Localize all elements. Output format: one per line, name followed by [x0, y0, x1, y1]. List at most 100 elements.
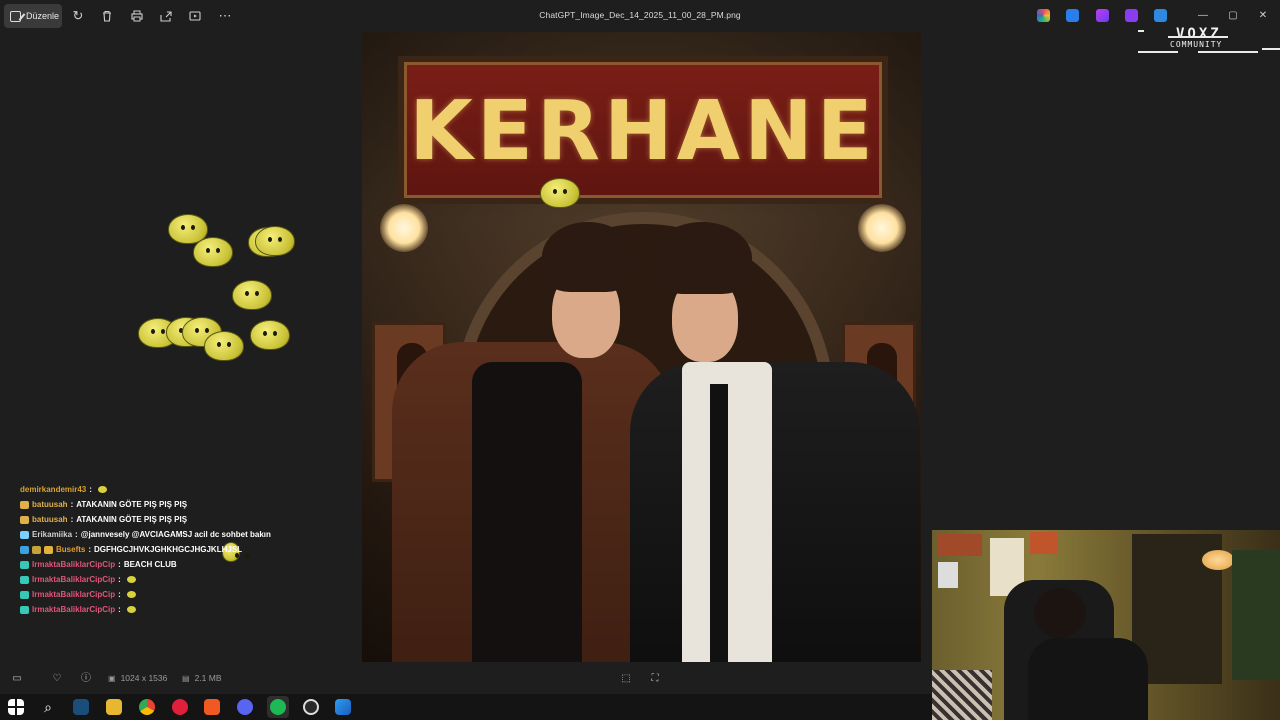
- chat-username[interactable]: batuusah: [32, 515, 68, 524]
- edit-button[interactable]: Düzenle: [4, 4, 62, 28]
- wall-lamp-left: [380, 204, 428, 252]
- chat-message: IrmaktaBaliklarCipCip :: [20, 602, 340, 617]
- obs-icon[interactable]: [303, 699, 319, 715]
- neon-sign: KERHANE: [398, 56, 888, 204]
- wall-poster: [938, 562, 958, 588]
- emote-sticker: [250, 320, 290, 350]
- chat-message: IrmaktaBaliklarCipCip :: [20, 572, 340, 587]
- chat-username[interactable]: batuusah: [32, 500, 68, 509]
- chat-username[interactable]: IrmaktaBaliklarCipCip: [32, 560, 115, 569]
- info-icon[interactable]: ⓘ: [79, 672, 93, 686]
- chat-separator: :: [70, 500, 74, 509]
- chat-badge-icon: [32, 545, 41, 554]
- rotate-icon[interactable]: ↻: [68, 6, 88, 26]
- emote-sticker: [232, 280, 272, 310]
- youtube-music-icon[interactable]: [172, 699, 188, 715]
- designer-icon[interactable]: [1096, 9, 1109, 22]
- slideshow-icon[interactable]: [185, 6, 205, 26]
- chat-badge-icon: [44, 545, 53, 554]
- chat-badge-icon: [20, 605, 29, 614]
- wall-lamp-right: [858, 204, 906, 252]
- minimize-icon[interactable]: —: [1196, 9, 1210, 23]
- photos-icon[interactable]: [335, 699, 351, 715]
- edit-icon: [10, 10, 21, 22]
- main-image[interactable]: KERHANE: [362, 32, 921, 662]
- chat-separator: :: [88, 545, 92, 554]
- windows-start-icon[interactable]: [8, 699, 24, 715]
- chat-message-text: ATAKANIN GÖTE PIŞ PIŞ PIŞ: [76, 500, 188, 509]
- chat-separator: :: [118, 605, 121, 614]
- chat-separator: :: [118, 575, 121, 584]
- stream-chat: demirkandemir43 : batuusah : ATAKANIN GÖTE…: [20, 482, 340, 617]
- chat-separator: :: [75, 530, 78, 539]
- chat-emote-icon: [126, 591, 136, 598]
- image-editor-icon[interactable]: [1066, 9, 1079, 22]
- copilot-icon[interactable]: [1037, 9, 1050, 22]
- maximize-icon[interactable]: ▢: [1226, 9, 1240, 23]
- chat-separator: :: [70, 515, 74, 524]
- blanket: [932, 670, 992, 720]
- chat-message: batuusah : ATAKANIN GÖTE PIŞ PIŞ PIŞ: [20, 512, 340, 527]
- chat-username[interactable]: IrmaktaBaliklarCipCip: [32, 590, 115, 599]
- crop-icon[interactable]: ⬚: [619, 672, 633, 686]
- chat-message-text: DGFHGCJHVKJGHKHGCJHGJKLHJSL: [94, 545, 243, 554]
- spotify-icon[interactable]: [270, 699, 286, 715]
- file-explorer-icon[interactable]: [106, 699, 122, 715]
- clipchamp-icon[interactable]: [1125, 9, 1138, 22]
- chat-separator: :: [118, 560, 121, 569]
- lamp: [1202, 550, 1234, 570]
- print-icon[interactable]: [127, 6, 147, 26]
- dimensions-icon: ▣: [108, 673, 116, 683]
- chat-emote-icon: [126, 606, 136, 613]
- emote-sticker: [204, 331, 244, 361]
- chat-separator: :: [118, 590, 121, 599]
- close-icon[interactable]: ✕: [1256, 9, 1270, 23]
- streamer-body: [1028, 638, 1148, 720]
- chat-badge-icon: [20, 515, 29, 524]
- chat-message: Erikamiika : @jannvesely @AVCIAGAMSJ acil…: [20, 527, 340, 542]
- watermark-line2: COMMUNITY: [1170, 40, 1223, 49]
- chat-message-text: ATAKANIN GÖTE PIŞ PIŞ PIŞ: [76, 515, 188, 524]
- chat-message: Busefts : DGFHGCJHVKJGHKHGCJHGJKLHJSL: [20, 542, 340, 557]
- chat-badge-icon: [20, 500, 29, 509]
- chat-message: demirkandemir43 :: [20, 482, 340, 497]
- steam-icon[interactable]: [73, 699, 89, 715]
- share-icon[interactable]: [156, 6, 176, 26]
- status-bar: ▭ ♡ ⓘ ▣ 1024 x 1536 ▤ 2.1 MB ⬚ ⛶: [0, 664, 932, 694]
- file-size-icon: ▤: [182, 673, 190, 683]
- image-dimensions: ▣ 1024 x 1536: [108, 673, 167, 683]
- chat-emote-icon: [97, 486, 107, 493]
- chat-message: IrmaktaBaliklarCipCip :: [20, 587, 340, 602]
- brave-icon[interactable]: [204, 699, 220, 715]
- filmstrip-icon[interactable]: ▭: [10, 672, 24, 686]
- discord-icon[interactable]: [237, 699, 253, 715]
- chat-username[interactable]: demirkandemir43: [20, 485, 86, 494]
- more-icon[interactable]: ⋯: [215, 6, 235, 26]
- edit-button-label: Düzenle: [26, 11, 60, 21]
- photos-app-window: Düzenle ↻ ⋯ ChatGPT_Image_Dec_14_2025_11…: [0, 0, 1280, 720]
- wall-poster: [1030, 532, 1058, 554]
- webcam-overlay: [932, 530, 1280, 720]
- chat-username[interactable]: IrmaktaBaliklarCipCip: [32, 575, 115, 584]
- chat-badge-icon: [20, 575, 29, 584]
- chat-username[interactable]: Erikamiika: [32, 530, 72, 539]
- file-size-text: 2.1 MB: [194, 673, 222, 683]
- delete-icon[interactable]: [97, 6, 117, 26]
- top-toolbar: Düzenle ↻ ⋯ ChatGPT_Image_Dec_14_2025_11…: [0, 0, 1280, 32]
- chrome-icon[interactable]: [139, 699, 155, 715]
- search-icon[interactable]: ⌕: [40, 699, 56, 715]
- cloud-icon[interactable]: [1154, 9, 1167, 22]
- chat-username[interactable]: IrmaktaBaliklarCipCip: [32, 605, 115, 614]
- chat-message: IrmaktaBaliklarCipCip : BEACH CLUB: [20, 557, 340, 572]
- emote-sticker: [540, 178, 580, 208]
- dimensions-text: 1024 x 1536: [120, 673, 168, 683]
- chat-badge-icon: [20, 530, 29, 539]
- chat-badge-icon: [20, 590, 29, 599]
- chat-message: batuusah : ATAKANIN GÖTE PIŞ PIŞ PIŞ: [20, 497, 340, 512]
- favorite-heart-icon[interactable]: ♡: [50, 672, 64, 686]
- fit-to-window-icon[interactable]: ⛶: [648, 672, 662, 686]
- windows-taskbar: ⌕: [0, 694, 932, 720]
- chat-message-text: @jannvesely @AVCIAGAMSJ acil dc sohbet b…: [80, 530, 271, 539]
- chat-username[interactable]: Busefts: [56, 545, 85, 554]
- chat-badge-icon: [20, 560, 29, 569]
